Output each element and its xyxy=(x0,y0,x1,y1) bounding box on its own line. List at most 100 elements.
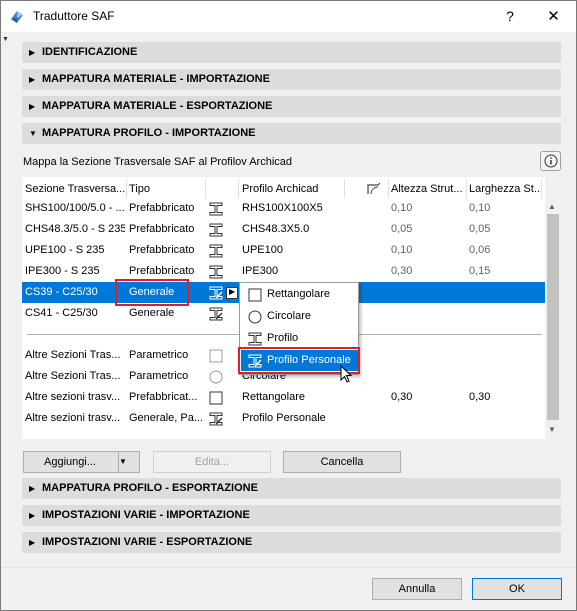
menu-item-rectangular[interactable]: Rettangolare xyxy=(241,284,358,305)
section-identificazione[interactable]: ▶ IDENTIFICAZIONE xyxy=(22,42,561,63)
cell-height: 0,10 xyxy=(391,202,413,214)
menu-item-label: Rettangolare xyxy=(267,288,330,300)
table-row[interactable]: IPE300 - S 235 Prefabbricato IPE300 0,30… xyxy=(22,261,545,282)
ok-button[interactable]: OK xyxy=(472,578,562,600)
section-label: MAPPATURA MATERIALE - ESPORTAZIONE xyxy=(42,100,273,112)
column-header-type[interactable]: Tipo xyxy=(129,183,150,195)
menu-item-profile[interactable]: Profilo xyxy=(241,328,358,349)
dropdown-toggle[interactable]: ▶ xyxy=(226,287,238,299)
cell-width: 0,05 xyxy=(469,223,491,235)
edit-button[interactable]: Edita... xyxy=(153,451,271,473)
table-row[interactable]: UPE100 - S 235 Prefabbricato UPE100 0,10… xyxy=(22,240,545,261)
title-bar: Traduttore SAF ? ✕ xyxy=(1,1,576,32)
cell-height: 0,10 xyxy=(391,244,413,256)
i-beam-icon[interactable] xyxy=(208,264,224,280)
rectangle-icon[interactable] xyxy=(208,348,224,364)
expand-arrow-icon: ▶ xyxy=(29,484,36,493)
menu-item-label: Profilo xyxy=(267,332,299,344)
section-material-export[interactable]: ▶ MAPPATURA MATERIALE - ESPORTAZIONE xyxy=(22,96,561,117)
expand-arrow-icon: ▶ xyxy=(29,511,36,520)
i-beam-icon xyxy=(248,332,262,346)
add-button-label: Aggiungi... xyxy=(44,456,96,468)
cell-section: UPE100 - S 235 xyxy=(25,244,105,256)
collapse-arrow-icon: ▼ xyxy=(29,129,37,138)
column-separator xyxy=(238,179,239,198)
rectangle-icon[interactable] xyxy=(208,390,224,406)
custom-profile-icon[interactable] xyxy=(208,285,224,301)
table-row-other[interactable]: Altre sezioni trasv... Prefabbricat... R… xyxy=(22,387,545,408)
cell-type: Prefabbricat... xyxy=(129,391,198,403)
add-dropdown-arrow-icon[interactable]: ▼ xyxy=(118,452,139,472)
table-scrollbar[interactable]: ▲ ▼ xyxy=(545,177,561,439)
menu-item-circular[interactable]: Circolare xyxy=(241,306,358,327)
cell-section: Altre Sezioni Tras... xyxy=(25,349,121,361)
expand-arrow-icon: ▶ xyxy=(29,538,36,547)
cell-type: Prefabbricato xyxy=(129,202,195,214)
table-row-other[interactable]: Altre sezioni trasv... Generale, Pa... P… xyxy=(22,408,545,429)
column-header-section[interactable]: Sezione Trasversa... xyxy=(25,183,125,195)
cell-section: CS39 - C25/30 xyxy=(25,286,98,298)
column-header-height[interactable]: Altezza Strut... xyxy=(391,183,463,195)
footer-separator xyxy=(1,567,576,568)
cell-type: Prefabbricato xyxy=(129,244,195,256)
section-settings-import[interactable]: ▶ IMPOSTAZIONI VARIE - IMPORTAZIONE xyxy=(22,505,561,526)
expand-arrow-icon: ▶ xyxy=(29,102,36,111)
scrollbar-thumb[interactable] xyxy=(547,214,559,420)
cell-section: IPE300 - S 235 xyxy=(25,265,100,277)
custom-profile-icon[interactable] xyxy=(208,411,224,427)
section-material-import[interactable]: ▶ MAPPATURA MATERIALE - IMPORTAZIONE xyxy=(22,69,561,90)
cell-section: Altre sezioni trasv... xyxy=(25,391,121,403)
column-header-width[interactable]: Larghezza St... xyxy=(469,183,543,195)
cell-type: Generale xyxy=(129,307,175,319)
highlight-box-type xyxy=(115,279,189,306)
column-separator xyxy=(466,179,467,198)
cell-section: CHS48.3/5.0 - S 235 xyxy=(25,223,125,235)
cell-width: 0,15 xyxy=(469,265,491,277)
section-label: MAPPATURA PROFILO - IMPORTAZIONE xyxy=(42,127,256,139)
app-icon xyxy=(11,11,23,23)
mouse-cursor-icon xyxy=(340,365,353,383)
collapse-arrow-icon: ▼ xyxy=(2,36,9,43)
rectangle-icon xyxy=(248,288,262,302)
table-row[interactable]: SHS100/100/5.0 - ... Prefabbricato RHS10… xyxy=(22,198,545,219)
help-button[interactable]: ? xyxy=(491,1,529,32)
column-separator xyxy=(388,179,389,198)
mapping-description: Mappa la Sezione Trasversale SAF al Prof… xyxy=(23,156,293,168)
cell-profile: Rettangolare xyxy=(242,391,305,403)
cancel-button[interactable]: Annulla xyxy=(372,578,462,600)
rotation-icon xyxy=(367,182,381,195)
column-separator xyxy=(541,179,542,198)
section-profile-export[interactable]: ▶ MAPPATURA PROFILO - ESPORTAZIONE xyxy=(22,478,561,499)
cell-width: 0,06 xyxy=(469,244,491,256)
column-separator xyxy=(344,179,345,198)
table-row[interactable]: CHS48.3/5.0 - S 235 Prefabbricato CHS48.… xyxy=(22,219,545,240)
section-label: MAPPATURA PROFILO - ESPORTAZIONE xyxy=(42,482,258,494)
cell-type: Parametrico xyxy=(129,370,189,382)
column-separator xyxy=(126,179,127,198)
delete-button[interactable]: Cancella xyxy=(283,451,401,473)
window-title: Traduttore SAF xyxy=(33,9,115,23)
cell-section: Altre Sezioni Tras... xyxy=(25,370,121,382)
close-button[interactable]: ✕ xyxy=(531,1,576,32)
cell-section: Altre sezioni trasv... xyxy=(25,412,121,424)
custom-profile-icon[interactable] xyxy=(208,306,224,322)
section-label: IMPOSTAZIONI VARIE - ESPORTAZIONE xyxy=(42,536,253,548)
circle-icon[interactable] xyxy=(208,369,224,385)
i-beam-icon[interactable] xyxy=(208,222,224,238)
section-settings-export[interactable]: ▶ IMPOSTAZIONI VARIE - ESPORTAZIONE xyxy=(22,532,561,553)
add-button[interactable]: Aggiungi... ▼ xyxy=(23,451,140,473)
expand-arrow-icon: ▶ xyxy=(29,75,36,84)
cell-profile: UPE100 xyxy=(242,244,283,256)
scroll-down-icon[interactable]: ▼ xyxy=(548,425,556,434)
section-profile-import[interactable]: ▼ MAPPATURA PROFILO - IMPORTAZIONE xyxy=(22,123,561,144)
column-header-profile[interactable]: Profilo Archicad xyxy=(242,183,318,195)
scroll-up-icon[interactable]: ▲ xyxy=(548,202,556,211)
i-beam-icon[interactable] xyxy=(208,243,224,259)
info-button[interactable] xyxy=(540,151,561,171)
cell-type: Prefabbricato xyxy=(129,223,195,235)
saf-translator-dialog: Traduttore SAF ? ✕ ▼ ▶ IDENTIFICAZIONE ▶… xyxy=(0,0,577,611)
expand-arrow-icon: ▶ xyxy=(29,48,36,57)
i-beam-icon[interactable] xyxy=(208,201,224,217)
menu-item-label: Circolare xyxy=(267,310,312,322)
cell-width: 0,10 xyxy=(469,202,491,214)
